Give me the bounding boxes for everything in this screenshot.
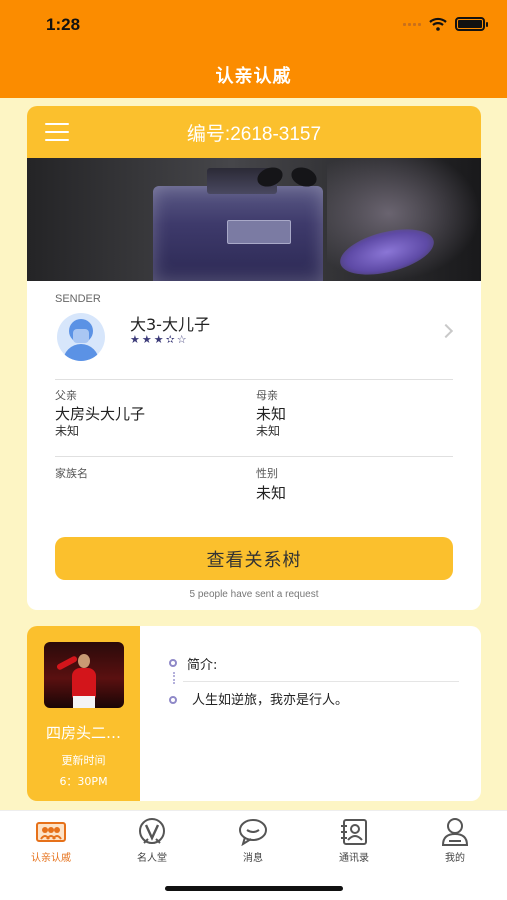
view-relationship-tree-button[interactable]: 查看关系树	[55, 537, 453, 580]
tab-label: 名人堂	[137, 853, 167, 864]
divider	[55, 379, 453, 380]
family-photo-icon	[36, 822, 66, 842]
signal-icon	[403, 22, 421, 26]
timeline-dot-icon	[169, 659, 177, 667]
sender-name[interactable]: 大3-大儿子	[130, 311, 210, 335]
divider	[183, 681, 459, 682]
rating-stars: ★★★✫☆	[130, 333, 189, 346]
chevron-right-icon[interactable]	[438, 323, 454, 339]
page-title: 认亲认戚	[215, 66, 292, 87]
top-bar: 1:28 认亲认戚	[0, 0, 507, 98]
member-photo	[44, 642, 124, 708]
timeline-connector	[173, 672, 175, 684]
sender-label: SENDER	[55, 293, 101, 305]
wifi-icon	[429, 17, 447, 31]
gender-value: 未知	[256, 484, 287, 502]
avatar[interactable]	[57, 313, 105, 361]
tab-messages[interactable]: 消息	[213, 817, 293, 864]
profile-card: 编号:2618-3157 SENDER 大3-大儿子 ★★★✫☆ 父亲 大房头大…	[27, 106, 481, 610]
tab-label: 通讯录	[339, 853, 369, 864]
member-name: 四房头二…	[45, 724, 121, 742]
family-name-label: 家族名	[55, 467, 88, 480]
gender-label: 性别	[256, 467, 278, 480]
user-icon	[441, 818, 469, 846]
battery-icon	[455, 17, 488, 31]
tab-label: 消息	[243, 853, 263, 864]
member-summary: 四房头二… 更新时间 6：30PM	[27, 626, 140, 801]
mother-name: 未知	[256, 405, 287, 423]
intro-label: 简介:	[187, 658, 218, 673]
tab-profile[interactable]: 我的	[415, 817, 495, 864]
timeline-dot-icon	[169, 696, 177, 704]
tab-hall-of-fame[interactable]: 名人堂	[112, 817, 192, 864]
divider	[55, 456, 453, 457]
tab-label: 我的	[445, 853, 465, 864]
father-label: 父亲	[55, 389, 77, 402]
banner-image	[27, 158, 481, 281]
request-note: 5 people have sent a request	[189, 589, 319, 600]
mother-sub: 未知	[256, 424, 281, 438]
status-time: 1:28	[46, 15, 81, 34]
father-name: 大房头大儿子	[55, 405, 146, 423]
tab-contacts[interactable]: 通讯录	[314, 817, 394, 864]
intro-text: 人生如逆旅，我亦是行人。	[192, 693, 349, 708]
member-card[interactable]: 四房头二… 更新时间 6：30PM 简介: 人生如逆旅，我亦是行人。	[27, 626, 481, 801]
update-time-value: 6：30PM	[59, 775, 108, 788]
v-badge-icon	[139, 818, 165, 844]
status-icons	[403, 17, 488, 31]
father-sub: 未知	[55, 424, 80, 438]
update-time-label: 更新时间	[61, 754, 106, 767]
chat-bubble-icon	[239, 819, 267, 846]
card-number: 编号:2618-3157	[186, 124, 322, 145]
tab-label: 认亲认戚	[31, 853, 71, 864]
tab-family[interactable]: 认亲认戚	[11, 817, 91, 864]
home-indicator	[165, 886, 343, 891]
contacts-book-icon	[341, 819, 367, 845]
mother-label: 母亲	[256, 389, 278, 402]
card-header: 编号:2618-3157	[27, 106, 481, 158]
